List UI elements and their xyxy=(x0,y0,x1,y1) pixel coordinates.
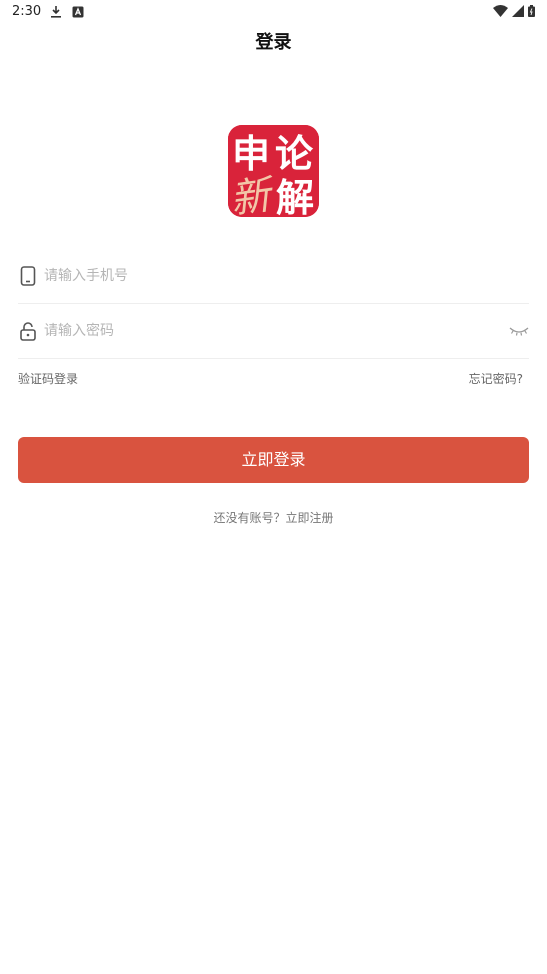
logo-char-jie: 解 xyxy=(276,175,314,217)
password-field xyxy=(18,304,529,359)
login-button[interactable]: 立即登录 xyxy=(18,437,529,483)
app-notification-icon xyxy=(72,6,84,17)
eye-closed-icon[interactable] xyxy=(509,324,529,338)
battery-icon xyxy=(528,5,535,17)
wifi-icon xyxy=(493,5,508,17)
page-title: 登录 xyxy=(255,32,292,53)
lock-icon xyxy=(20,322,36,341)
signal-icon xyxy=(512,5,524,17)
phone-input[interactable] xyxy=(44,263,484,289)
status-bar: 2:30 xyxy=(0,0,547,24)
phone-field xyxy=(18,249,529,304)
logo-char-shen: 申 xyxy=(232,131,270,176)
register-link[interactable]: 还没有账号？立即注册 xyxy=(0,509,547,526)
password-input[interactable] xyxy=(44,318,484,344)
phone-icon xyxy=(20,266,36,286)
logo-char-lun: 论 xyxy=(275,131,314,176)
download-icon xyxy=(51,6,61,18)
status-time: 2:30 xyxy=(12,4,42,19)
app-logo: 申 论 新 解 xyxy=(228,125,319,217)
forgot-password-link[interactable]: 忘记密码? xyxy=(469,370,523,387)
sms-login-link[interactable]: 验证码登录 xyxy=(18,370,78,387)
auth-links-row: 验证码登录 忘记密码? xyxy=(18,370,529,388)
